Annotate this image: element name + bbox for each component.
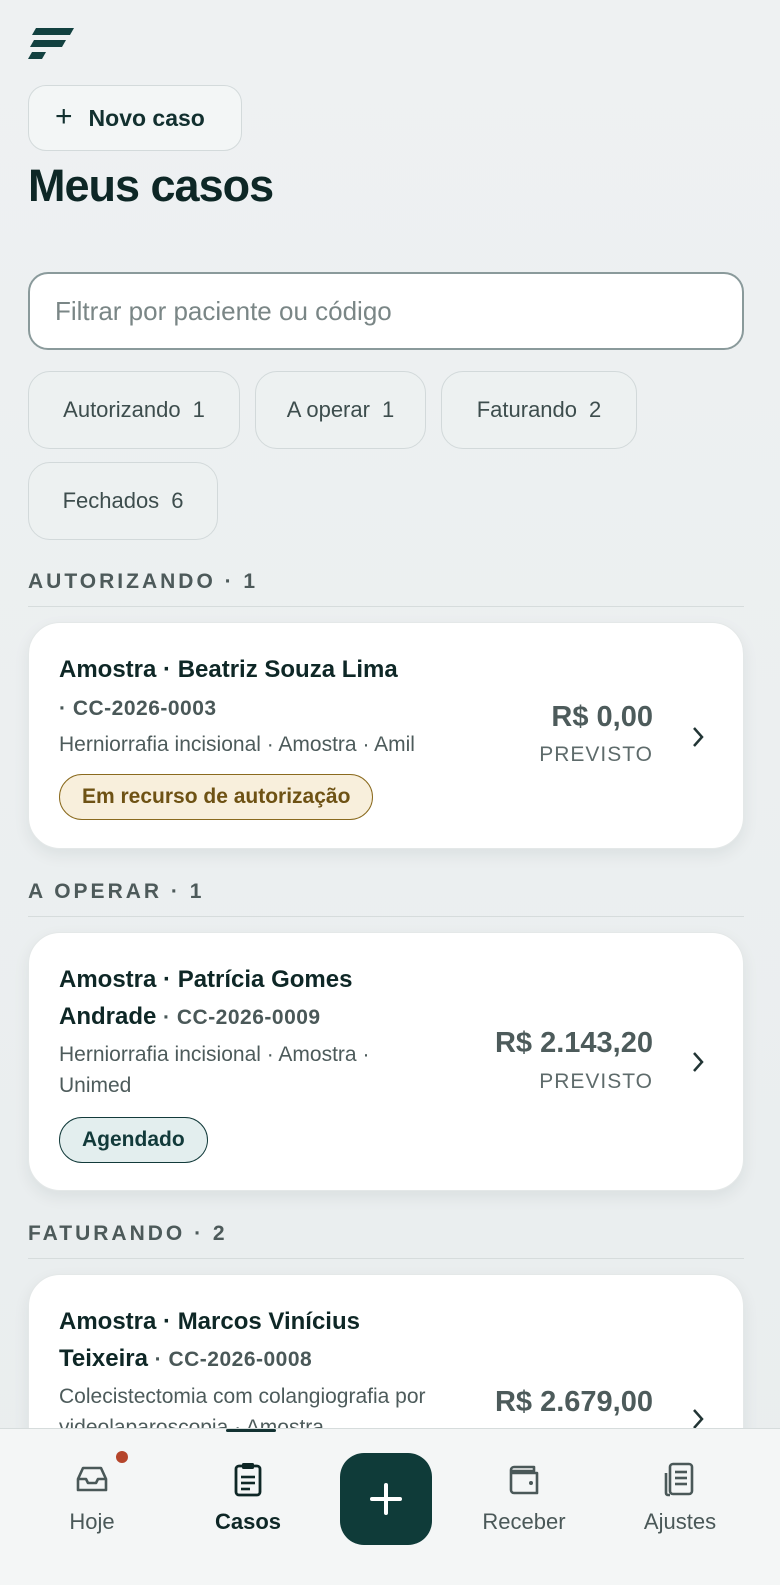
nav-label: Receber [482, 1509, 566, 1534]
filter-chip-fechados[interactable]: Fechados 6 [28, 462, 218, 540]
case-amount: R$ 0,00 [551, 701, 653, 733]
plus-icon: + [55, 100, 73, 133]
filter-chip-count: 1 [192, 397, 205, 422]
wallet-icon [509, 1465, 539, 1495]
nav-label: Hoje [69, 1509, 115, 1534]
nav-label: Casos [214, 1509, 282, 1534]
filter-chip-a-operar[interactable]: A operar 1 [255, 371, 426, 449]
filter-chip-count: 1 [381, 397, 395, 422]
case-patient-name-cont: Teixeira [59, 1345, 148, 1372]
chevron-right-icon [693, 727, 704, 747]
filter-chip-autorizando[interactable]: Autorizando 1 [28, 371, 240, 449]
section-header-autorizando: AUTORIZANDO · 1 [28, 570, 744, 607]
case-patient-name: Amostra · Beatriz Souza Lima [59, 656, 398, 683]
document-list-icon [664, 1462, 694, 1497]
filter-chip-label: Autorizando [63, 397, 181, 422]
filter-chip-faturando[interactable]: Faturando 2 [441, 371, 637, 449]
case-card[interactable]: Amostra · Patrícia Gomes Andrade · CC-20… [28, 932, 744, 1191]
nav-item-casos[interactable]: Casos [188, 1459, 308, 1535]
case-patient-name: Amostra · Patrícia Gomes [59, 966, 353, 993]
notification-dot [116, 1451, 128, 1463]
clipboard-icon [234, 1463, 262, 1497]
nav-item-hoje[interactable]: Hoje [32, 1459, 152, 1535]
filter-chip-label: A operar [286, 397, 370, 422]
case-amount: R$ 2.679,00 [494, 1386, 653, 1418]
status-badge: Em recurso de autorização [59, 774, 374, 820]
filter-chip-count: 6 [171, 488, 184, 513]
case-description: Herniorrafia incisional · Amostra · Amil [59, 733, 415, 756]
section-header-a-operar: A OPERAR · 1 [28, 880, 744, 917]
active-tab-indicator [226, 1429, 276, 1432]
search-field[interactable] [28, 272, 744, 350]
brand-logo-icon [28, 28, 74, 59]
case-patient-name-cont: Andrade [59, 1003, 157, 1030]
search-input[interactable] [55, 295, 742, 327]
new-case-label: Novo caso [88, 104, 205, 131]
case-amount-label: PREVISTO [539, 743, 653, 766]
case-amount: R$ 2.143,20 [494, 1027, 653, 1059]
filter-chip-label: Fechados [62, 488, 160, 513]
case-code: · CC-2026-0009 [163, 1006, 321, 1029]
nav-label: Ajustes [643, 1509, 717, 1534]
nav-item-receber[interactable]: Receber [464, 1459, 584, 1535]
page-title: Meus casos [28, 160, 274, 211]
filter-chip-label: Faturando [476, 397, 578, 422]
plus-icon [370, 1483, 402, 1515]
section-header-faturando: FATURANDO · 2 [28, 1222, 744, 1259]
inbox-icon [76, 1466, 108, 1492]
status-badge: Agendado [59, 1117, 208, 1163]
case-description: Herniorrafia incisional · Amostra · Unim… [59, 1043, 370, 1097]
nav-item-ajustes[interactable]: Ajustes [620, 1459, 740, 1535]
chevron-right-icon [693, 1052, 704, 1072]
case-amount-label: PREVISTO [539, 1070, 653, 1093]
new-case-button[interactable]: + Novo caso [28, 85, 242, 151]
add-case-fab[interactable] [340, 1453, 432, 1545]
case-code: · CC-2026-0008 [154, 1348, 313, 1371]
case-code: · CC-2026-0003 [59, 697, 217, 720]
case-card[interactable]: Amostra · Beatriz Souza Lima · CC-2026-0… [28, 622, 744, 849]
case-patient-name: Amostra · Marcos Vinícius [59, 1308, 360, 1335]
filter-chip-count: 2 [589, 397, 602, 422]
